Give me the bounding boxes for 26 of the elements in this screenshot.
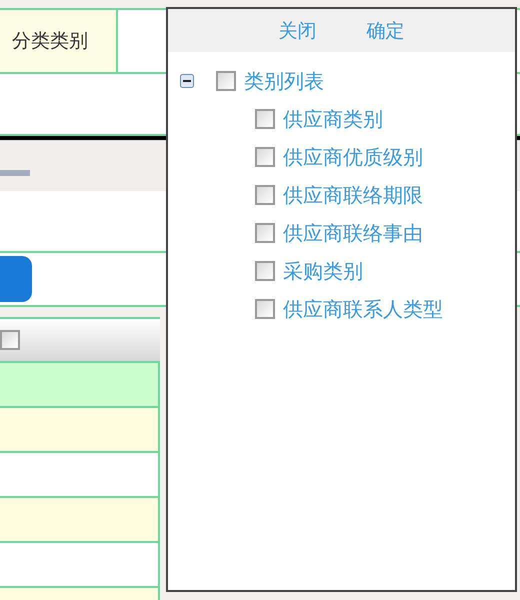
table-row[interactable] [0,363,160,408]
tree-item[interactable]: 供应商联络事由 [283,220,423,246]
tree-checkbox[interactable] [255,223,275,243]
tree-item[interactable]: 类别列表 [244,68,324,94]
action-button[interactable] [0,256,32,302]
tree-item[interactable]: 供应商联络期限 [283,182,423,208]
field-label: 分类类别 [0,10,118,72]
tree-checkbox[interactable] [216,71,236,91]
popup-link[interactable]: 关闭 [278,18,316,44]
tree-item[interactable]: 采购类别 [283,258,363,284]
table-row[interactable] [0,498,160,543]
tree-checkbox[interactable] [255,109,275,129]
table-row[interactable] [0,543,160,588]
tree-checkbox[interactable] [255,185,275,205]
table-row[interactable] [0,453,160,498]
popup-link[interactable]: 确定 [366,18,404,44]
tree-item[interactable]: 供应商优质级别 [283,144,423,170]
tree-item[interactable]: 供应商联系人类型 [283,296,443,322]
tree-checkbox[interactable] [255,147,275,167]
collapse-icon[interactable] [180,74,194,88]
tree-item[interactable]: 供应商类别 [283,106,383,132]
scroll-handle[interactable] [0,170,30,176]
tree-checkbox[interactable] [255,261,275,281]
select-all-checkbox[interactable] [0,330,20,350]
tree-checkbox[interactable] [255,299,275,319]
table-row[interactable] [0,408,160,453]
